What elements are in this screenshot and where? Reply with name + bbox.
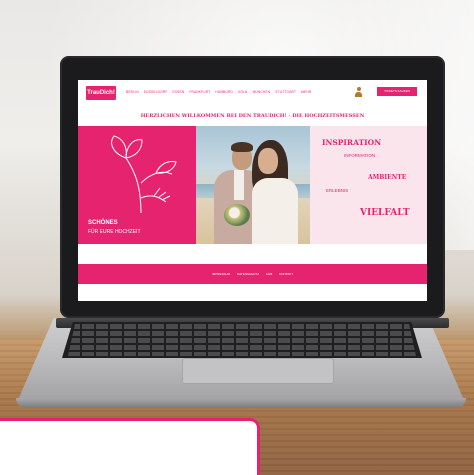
nav-item-essen[interactable]: ESSEN [173,90,185,94]
nav-item-berlin[interactable]: BERLIN [126,90,139,94]
site-logo[interactable]: TrauDich! [86,86,116,100]
footer-link-datenschutz[interactable]: DATENSCHUTZ [237,272,259,276]
nav-item-muenchen[interactable]: MÜNCHEN [253,90,271,94]
nav-item-mehr[interactable]: MEHR [301,90,311,94]
word-erlebnis: ERLEBNIS [326,188,349,193]
word-information: INFORMATION [344,153,376,158]
site-footer: IMPRESSUM DATENSCHUTZ AGB KONTAKT [78,264,427,284]
flower-line-art-icon [111,135,177,214]
photo-groom-hair [231,142,253,152]
keyboard-keys [68,324,416,356]
footer-link-kontakt[interactable]: KONTAKT [279,272,293,276]
trackpad [182,358,334,384]
user-icon[interactable] [355,87,362,98]
nav-item-stuttgart[interactable]: STUTTGART [275,90,296,94]
city-navigation: BERLIN DÜSSELDORF ESSEN FRANKFURT HAMBUR… [126,90,311,94]
photo-bride-dress [252,178,298,244]
word-inspiration: INSPIRATION [322,138,382,147]
hero-right-panel: INSPIRATION INFORMATION AMBIENTE ERLEBNI… [310,126,427,244]
footer-links: IMPRESSUM DATENSCHUTZ AGB KONTAKT [78,272,427,276]
nav-item-duesseldorf[interactable]: DÜSSELDORF [144,90,168,94]
couple-photo [196,126,310,244]
nav-item-frankfurt[interactable]: FRANKFURT [189,90,210,94]
site-header: TrauDich! BERLIN DÜSSELDORF ESSEN FRANKF… [78,80,427,106]
photo-bride-face [258,148,278,174]
photo-groom-shirt [234,170,244,200]
hero-left-title: SCHÖNES [88,220,118,226]
footer-link-impressum[interactable]: IMPRESSUM [212,272,230,276]
footer-link-agb[interactable]: AGB [266,272,272,276]
hero-left-panel: SCHÖNES FÜR EURE HOCHZEIT [78,126,196,244]
laptop-front-edge [16,398,466,408]
nav-item-koeln[interactable]: KÖLN [238,90,247,94]
speech-bubble [0,418,260,475]
nav-item-hamburg[interactable]: HAMBURG [215,90,233,94]
hero-left-subtitle: FÜR EURE HOCHZEIT [88,229,141,235]
laptop-screen: TrauDich! BERLIN DÜSSELDORF ESSEN FRANKF… [78,80,427,301]
word-vielfalt: VIELFALT [360,208,410,218]
welcome-heading: HERZLICHEN WILLKOMMEN BEI DEN TRAUDICH! … [140,113,365,119]
word-ambiente: AMBIENTE [368,174,407,181]
photo-bouquet [224,204,250,226]
tickets-button[interactable]: TICKETS KAUFEN [377,87,417,96]
